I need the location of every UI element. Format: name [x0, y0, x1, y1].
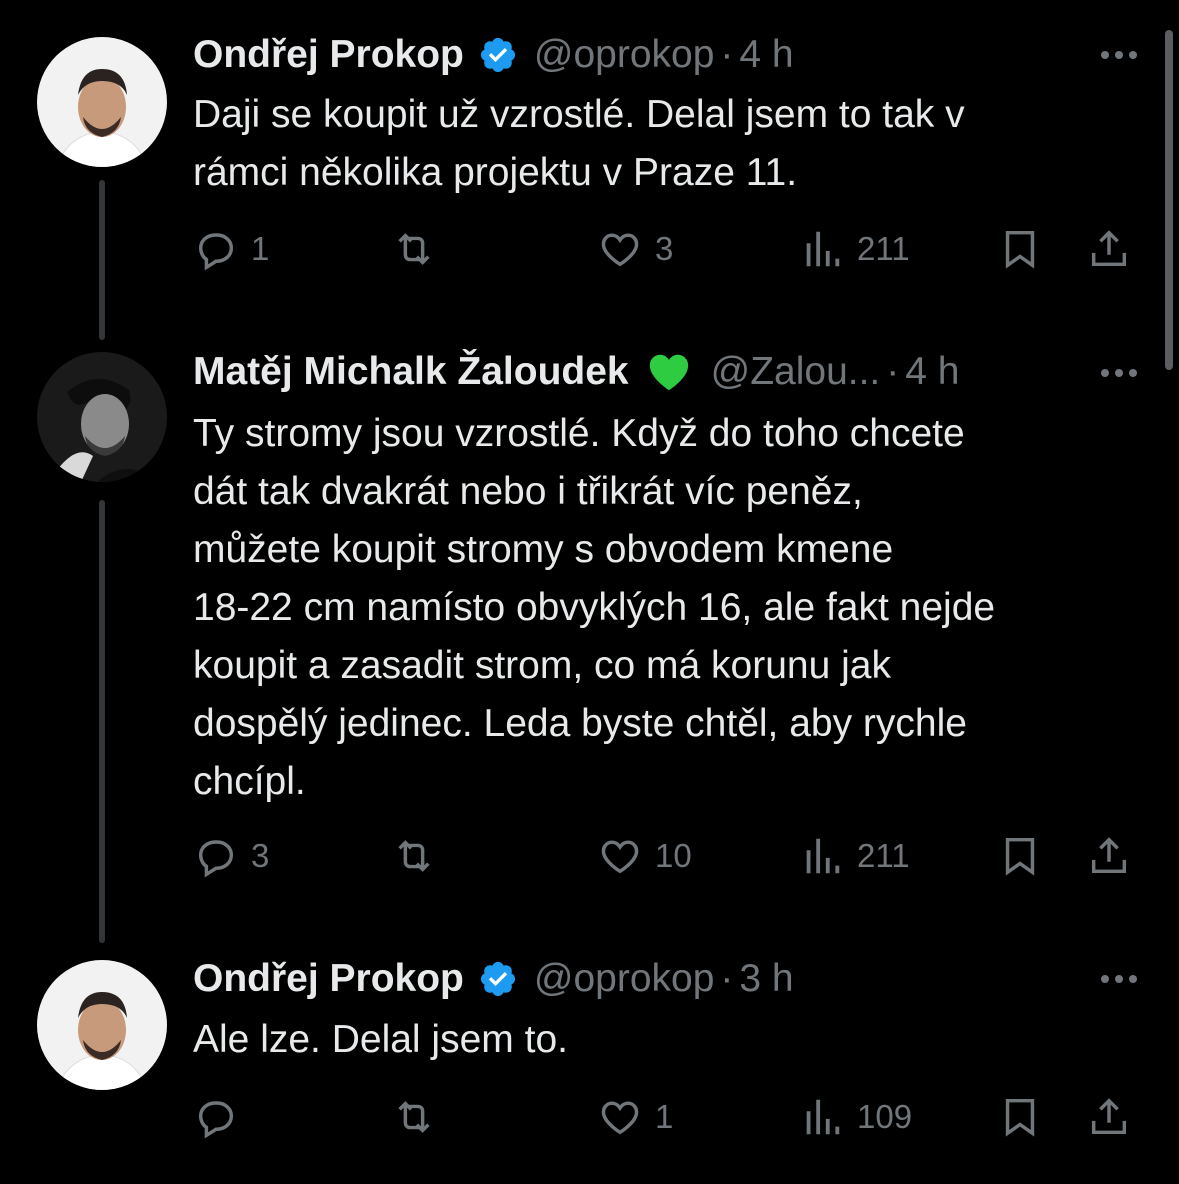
tweet-text: Ale lze. Delal jsem to.: [193, 1011, 1143, 1069]
repost-icon: [398, 840, 430, 872]
author-name[interactable]: Ondřej Prokop: [193, 956, 464, 1002]
action-bar: 1 109: [193, 1094, 1143, 1144]
bookmark-icon: [1005, 230, 1035, 269]
more-icon[interactable]: [1101, 51, 1137, 59]
share-button[interactable]: [1086, 833, 1132, 879]
avatar[interactable]: [37, 352, 167, 482]
thread-line: [99, 500, 105, 943]
reply-icon: [198, 1101, 234, 1139]
verified-badge-icon: [478, 959, 518, 999]
text-line: koupit a zasadit strom, co má korunu jak: [193, 644, 891, 687]
avatar[interactable]: [37, 960, 167, 1090]
share-icon: [1091, 1098, 1127, 1135]
reply-button[interactable]: 1: [193, 226, 269, 272]
text-line: chcípl.: [193, 760, 306, 803]
text-line: Ty stromy jsou vzrostlé. Když do toho ch…: [193, 412, 965, 455]
views-icon: [806, 1099, 840, 1135]
separator-dot: ·: [886, 350, 900, 393]
like-icon: [601, 840, 639, 874]
bookmark-button[interactable]: [997, 1094, 1043, 1140]
text-line: dát tak dvakrát nebo i třikrát víc peněz…: [193, 470, 863, 513]
tweet-header: Ondřej Prokop @oprokop · 3 h: [193, 956, 794, 1002]
text-line: rámci několika projektu v Praze 11.: [193, 151, 798, 194]
views-button[interactable]: 211: [799, 833, 910, 879]
like-count: 1: [655, 1098, 674, 1135]
reply-icon: [198, 840, 234, 878]
share-icon: [1091, 837, 1127, 874]
view-count: 211: [857, 837, 910, 874]
green-heart-emoji: [643, 349, 695, 395]
repost-button[interactable]: [391, 1094, 437, 1140]
like-icon: [601, 233, 639, 267]
bookmark-button[interactable]: [997, 833, 1043, 879]
bookmark-button[interactable]: [997, 226, 1043, 272]
author-handle[interactable]: @oprokop: [534, 32, 715, 78]
text-line: Ale lze. Delal jsem to.: [193, 1018, 568, 1061]
author-name[interactable]: Matěj Michalk Žaloudek: [193, 349, 629, 395]
avatar[interactable]: [37, 37, 167, 167]
action-bar: 1 3 211: [193, 226, 1143, 276]
like-icon: [601, 1101, 639, 1135]
bookmark-icon: [1005, 837, 1035, 876]
more-icon[interactable]: [1101, 369, 1137, 377]
repost-button[interactable]: [391, 226, 437, 272]
more-icon[interactable]: [1101, 975, 1137, 983]
bookmark-icon: [1005, 1098, 1035, 1137]
views-button[interactable]: 211: [799, 226, 910, 272]
repost-button[interactable]: [391, 833, 437, 879]
share-button[interactable]: [1086, 1094, 1132, 1140]
view-count: 211: [857, 230, 910, 267]
like-count: 10: [655, 837, 692, 874]
separator-dot: ·: [720, 957, 734, 1000]
author-handle[interactable]: @Zalou...: [711, 349, 881, 395]
views-button[interactable]: 109: [799, 1094, 912, 1140]
repost-icon: [398, 233, 430, 265]
like-button[interactable]: 10: [597, 833, 692, 879]
reply-count: 3: [251, 837, 270, 874]
reply-button[interactable]: [193, 1094, 239, 1140]
text-line: můžete koupit stromy s obvodem kmene: [193, 528, 894, 571]
timestamp[interactable]: 4 h: [905, 349, 959, 395]
reply-icon: [198, 233, 234, 271]
share-icon: [1091, 230, 1127, 267]
thread-line: [99, 180, 105, 340]
tweet-text: Ty stromy jsou vzrostlé. Když do toho ch…: [193, 405, 1143, 811]
like-button[interactable]: 1: [597, 1094, 673, 1140]
text-line: Daji se koupit už vzrostlé. Delal jsem t…: [193, 93, 965, 136]
repost-icon: [398, 1101, 430, 1133]
text-line: dospělý jedinec. Leda byste chtěl, aby r…: [193, 702, 967, 745]
reply-count: 1: [251, 230, 270, 267]
share-button[interactable]: [1086, 226, 1132, 272]
reply-button[interactable]: 3: [193, 833, 269, 879]
action-bar: 3 10 211: [193, 833, 1143, 883]
author-handle[interactable]: @oprokop: [534, 956, 715, 1002]
timestamp[interactable]: 4 h: [739, 32, 793, 78]
tweet-header: Matěj Michalk Žaloudek @Zalou... · 4 h: [193, 349, 959, 395]
separator-dot: ·: [720, 33, 734, 76]
author-name[interactable]: Ondřej Prokop: [193, 32, 464, 78]
views-icon: [806, 838, 840, 874]
tweet-text: Daji se koupit už vzrostlé. Delal jsem t…: [193, 86, 1143, 202]
verified-badge-icon: [478, 35, 518, 75]
scrollbar[interactable]: [1165, 30, 1173, 370]
text-line: 18-22 cm namísto obvyklých 16, ale fakt …: [193, 586, 996, 629]
like-button[interactable]: 3: [597, 226, 673, 272]
like-count: 3: [655, 230, 674, 267]
tweet-header: Ondřej Prokop @oprokop · 4 h: [193, 32, 794, 78]
view-count: 109: [857, 1098, 913, 1135]
views-icon: [806, 231, 840, 267]
timestamp[interactable]: 3 h: [739, 956, 793, 1002]
